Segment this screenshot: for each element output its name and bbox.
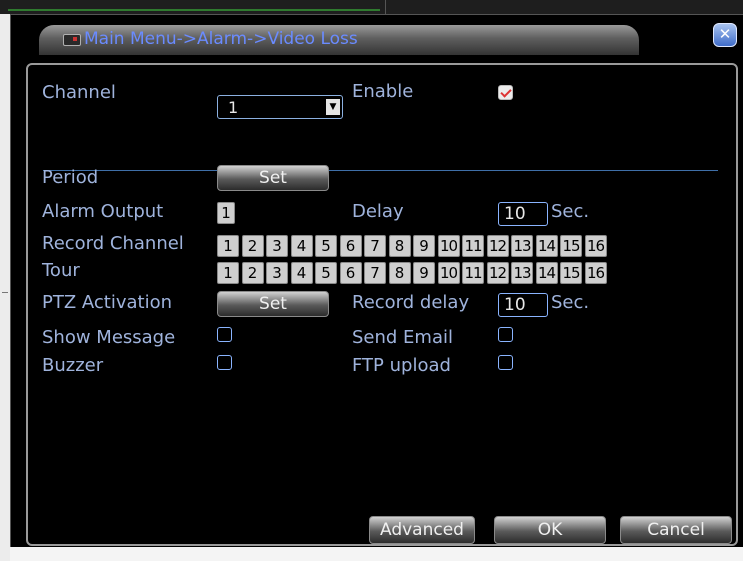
video-loss-dialog: Main Menu->Alarm->Video Loss ✕ Channel 1… — [10, 14, 743, 547]
delay-label: Delay — [352, 201, 404, 222]
alarm-output-label: Alarm Output — [42, 201, 164, 222]
show-message-label: Show Message — [42, 327, 176, 348]
record-channel-toggle-10[interactable]: 10 — [437, 235, 460, 257]
section-separator — [43, 170, 718, 171]
record-delay-input[interactable]: 10 — [498, 293, 548, 317]
background-mark — [2, 292, 8, 293]
tour-channel-toggle-11[interactable]: 11 — [462, 262, 484, 284]
background-divider — [385, 0, 386, 14]
period-set-button[interactable]: Set — [217, 165, 329, 191]
background-window-strip — [0, 0, 743, 14]
channel-label: Channel — [42, 82, 116, 103]
ptz-activation-label: PTZ Activation — [42, 292, 173, 313]
tour-channel-toggle-13[interactable]: 13 — [511, 262, 533, 284]
record-channel-toggle-12[interactable]: 12 — [486, 235, 509, 257]
record-channel-toggle-8[interactable]: 8 — [388, 235, 411, 257]
background-left-strip — [0, 14, 10, 561]
tour-channel-toggle-12[interactable]: 12 — [486, 262, 509, 284]
camera-icon — [63, 34, 81, 46]
channel-value: 1 — [228, 98, 239, 117]
record-channel-toggle-5[interactable]: 5 — [315, 235, 337, 257]
tour-channel-toggle-5[interactable]: 5 — [315, 262, 337, 284]
tour-channel-toggle-3[interactable]: 3 — [266, 262, 288, 284]
background-stripe — [8, 9, 380, 11]
chevron-down-icon[interactable]: ▼ — [326, 99, 340, 115]
buzzer-checkbox[interactable] — [217, 355, 232, 370]
record-channel-toggle-15[interactable]: 15 — [560, 235, 582, 257]
send-email-label: Send Email — [352, 327, 453, 348]
delay-input[interactable]: 10 — [498, 202, 548, 226]
record-delay-unit: Sec. — [551, 292, 590, 313]
period-label: Period — [42, 167, 99, 188]
enable-label: Enable — [352, 81, 414, 102]
record-channel-toggle-1[interactable]: 1 — [217, 235, 239, 257]
window-title: Main Menu->Alarm->Video Loss — [84, 29, 358, 49]
ftp-upload-checkbox[interactable] — [498, 355, 513, 370]
delay-unit: Sec. — [551, 201, 590, 222]
record-channel-toggle-9[interactable]: 9 — [413, 235, 435, 257]
tour-label: Tour — [42, 260, 80, 281]
tour-channel-toggle-8[interactable]: 8 — [388, 262, 411, 284]
cancel-button[interactable]: Cancel — [620, 516, 732, 544]
record-channel-toggle-13[interactable]: 13 — [511, 235, 533, 257]
record-channel-toggle-6[interactable]: 6 — [339, 235, 362, 257]
tour-channel-toggle-14[interactable]: 14 — [535, 262, 558, 284]
ok-button[interactable]: OK — [494, 516, 606, 544]
record-channel-label: Record Channel — [42, 233, 184, 254]
record-channel-toggle-16[interactable]: 16 — [584, 235, 607, 257]
tour-channel-toggle-2[interactable]: 2 — [241, 262, 264, 284]
tour-channel-toggle-9[interactable]: 9 — [413, 262, 435, 284]
tour-channel-toggle-1[interactable]: 1 — [217, 262, 239, 284]
channel-select[interactable]: 1 ▼ — [217, 95, 343, 119]
tour-channel-toggle-15[interactable]: 15 — [560, 262, 582, 284]
title-bar[interactable]: Main Menu->Alarm->Video Loss — [39, 25, 639, 55]
tour-channel-toggle-4[interactable]: 4 — [290, 262, 313, 284]
record-channel-toggle-2[interactable]: 2 — [241, 235, 264, 257]
ptz-set-button[interactable]: Set — [217, 291, 329, 317]
advanced-button[interactable]: Advanced — [369, 516, 475, 544]
tour-channel-toggle-16[interactable]: 16 — [584, 262, 607, 284]
record-channel-toggle-11[interactable]: 11 — [462, 235, 484, 257]
enable-checkbox[interactable] — [498, 85, 513, 100]
record-channel-toggle-4[interactable]: 4 — [290, 235, 313, 257]
buzzer-label: Buzzer — [42, 355, 104, 376]
ftp-upload-label: FTP upload — [352, 355, 451, 376]
close-icon[interactable]: ✕ — [713, 23, 737, 47]
tour-channel-toggle-10[interactable]: 10 — [437, 262, 460, 284]
tour-channel-toggle-6[interactable]: 6 — [339, 262, 362, 284]
record-channel-toggle-7[interactable]: 7 — [364, 235, 386, 257]
record-channel-toggle-14[interactable]: 14 — [535, 235, 558, 257]
tour-channel-toggle-7[interactable]: 7 — [364, 262, 386, 284]
alarm-output-toggle[interactable]: 1 — [217, 202, 235, 224]
send-email-checkbox[interactable] — [498, 327, 513, 342]
record-channel-toggle-3[interactable]: 3 — [266, 235, 288, 257]
show-message-checkbox[interactable] — [217, 327, 232, 342]
record-delay-label: Record delay — [352, 292, 470, 313]
